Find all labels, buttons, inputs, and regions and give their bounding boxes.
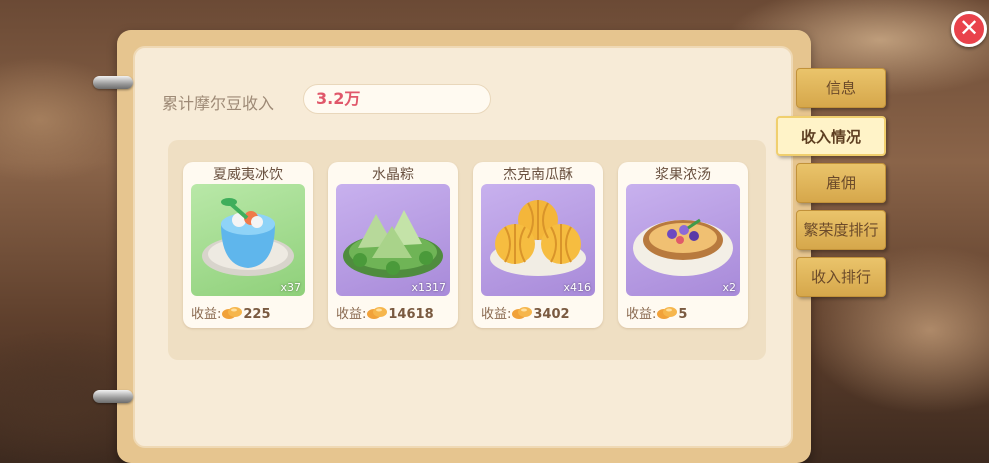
item-quantity: x416 <box>563 281 591 294</box>
item-card-pumpkin-pastry[interactable]: 杰克南瓜酥 x416 收益: 3402 <box>473 162 603 328</box>
item-name: 水晶粽 <box>372 167 414 183</box>
item-quantity: x37 <box>280 281 301 294</box>
item-name: 浆果浓汤 <box>655 167 711 183</box>
tab-hire[interactable]: 雇佣 <box>796 163 886 203</box>
tab-info[interactable]: 信息 <box>796 68 886 108</box>
earnings-label: 收益: <box>336 307 367 322</box>
tab-income-ranking[interactable]: 收入排行 <box>796 257 886 297</box>
binder-ring-top <box>93 76 133 89</box>
item-earnings: 收益: 14618 <box>336 303 434 322</box>
item-name: 杰克南瓜酥 <box>503 167 573 183</box>
item-earnings: 收益: 225 <box>191 303 271 322</box>
hawaii-drink-image: x37 <box>191 184 305 296</box>
item-card-crystal-zongzi[interactable]: 水晶粽 x1317 收益: 14618 <box>328 162 458 328</box>
mole-bean-icon <box>367 307 388 319</box>
earnings-value: 5 <box>678 307 688 322</box>
earnings-value: 3402 <box>533 307 570 322</box>
binder-ring-bottom <box>93 390 133 403</box>
pumpkin-pastry-image: x416 <box>481 184 595 296</box>
item-card-hawaii-drink[interactable]: 夏威夷冰饮 x37 收益: 225 <box>183 162 313 328</box>
earnings-value: 225 <box>243 307 271 322</box>
mole-bean-icon <box>222 307 243 319</box>
earnings-label: 收益: <box>626 307 657 322</box>
item-earnings: 收益: 3402 <box>481 303 570 322</box>
berry-soup-image: x2 <box>626 184 740 296</box>
close-button[interactable]: ✕ <box>951 11 987 47</box>
tab-prosperity-ranking[interactable]: 繁荣度排行 <box>796 210 886 250</box>
item-quantity: x2 <box>722 281 736 294</box>
mole-bean-icon <box>657 307 678 319</box>
item-quantity: x1317 <box>411 281 446 294</box>
tab-income[interactable]: 收入情况 <box>776 116 886 156</box>
item-name: 夏威夷冰饮 <box>213 167 283 183</box>
item-card-berry-soup[interactable]: 浆果浓汤 x2 收益: 5 <box>618 162 748 328</box>
total-income-value: 3.2万 <box>303 84 491 114</box>
earnings-label: 收益: <box>481 307 512 322</box>
mole-bean-icon <box>512 307 533 319</box>
item-earnings: 收益: 5 <box>626 303 687 322</box>
total-income-label: 累计摩尔豆收入 <box>162 94 275 113</box>
earnings-label: 收益: <box>191 307 222 322</box>
crystal-zongzi-image: x1317 <box>336 184 450 296</box>
close-icon: ✕ <box>958 14 980 42</box>
earnings-value: 14618 <box>388 307 434 322</box>
